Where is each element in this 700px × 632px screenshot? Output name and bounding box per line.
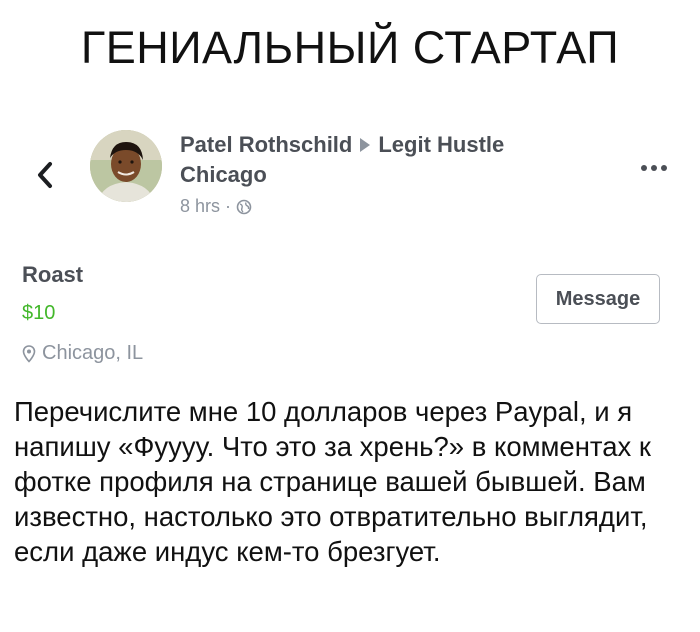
globe-icon — [236, 199, 252, 214]
listing-title: Roast — [22, 262, 84, 287]
avatar[interactable] — [90, 130, 162, 202]
avatar-image — [90, 130, 162, 202]
group-name[interactable]: Legit Hustle — [378, 132, 504, 158]
marketplace-post: Patel Rothschild Legit Hustle Chicago 8 … — [0, 110, 700, 370]
meme-caption: Перечислите мне 10 долларов через Paypal… — [14, 396, 651, 567]
message-button[interactable]: Message — [536, 274, 660, 324]
listing-location: Chicago, IL — [22, 342, 143, 365]
location-pin-icon — [22, 344, 36, 363]
chevron-left-icon — [38, 162, 52, 188]
meme-title: ГЕНИАЛЬНЫЙ СТАРТАП — [80, 22, 620, 73]
author-name[interactable]: Patel Rothschild — [180, 132, 352, 158]
more-dots-icon — [641, 165, 667, 171]
back-button[interactable] — [30, 160, 60, 190]
post-location[interactable]: Chicago — [180, 162, 267, 188]
post-header: Patel Rothschild Legit Hustle — [180, 132, 504, 158]
triangle-right-icon — [360, 138, 371, 152]
post-meta: 8 hrs · — [180, 196, 252, 217]
post-time[interactable]: 8 hrs — [180, 196, 220, 217]
more-options-button[interactable] — [636, 158, 672, 178]
listing-location-text: Chicago, IL — [42, 342, 144, 364]
listing-price: $10 — [22, 302, 56, 324]
meta-separator: · — [225, 196, 232, 216]
